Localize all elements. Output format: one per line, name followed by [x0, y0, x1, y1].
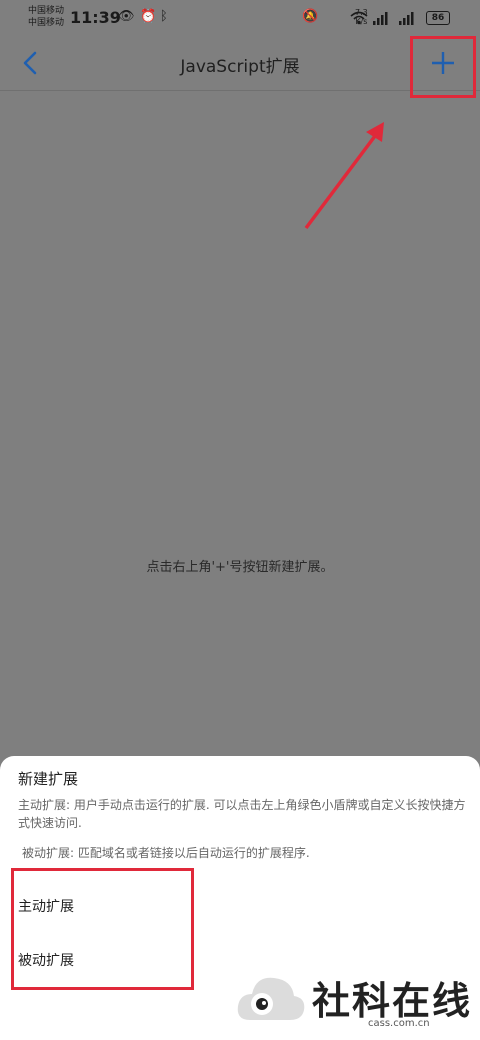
signal-icon-1	[373, 12, 388, 25]
clock: 11:39	[70, 8, 121, 27]
page-title: JavaScript扩展	[180, 57, 300, 77]
carrier-1: 中国移动	[28, 6, 65, 16]
mute-bell-icon: 🔕	[302, 9, 319, 24]
status-bar: 中国移动 中国移动 11:39 👁 ⏰ ᛒ 🔕 7.3 K/s 86	[0, 0, 480, 36]
watermark: 社科在线 cass.com.cn	[234, 966, 474, 1036]
watermark-url: cass.com.cn	[368, 1018, 430, 1029]
highlight-box-add	[410, 36, 476, 98]
annotation-arrow	[304, 122, 384, 230]
highlight-box-options	[11, 868, 194, 990]
battery-indicator: 86	[426, 11, 450, 25]
cloud-logo-icon	[237, 977, 305, 1020]
wifi-icon	[350, 11, 368, 25]
eye-icon: 👁	[118, 9, 135, 24]
app-header: JavaScript扩展	[0, 36, 480, 91]
signal-icon-2	[399, 12, 414, 25]
alarm-icon: ⏰	[140, 9, 157, 24]
sheet-title: 新建扩展	[18, 770, 79, 788]
carrier-2: 中国移动	[28, 18, 65, 28]
bluetooth-icon: ᛒ	[160, 9, 168, 24]
watermark-text: 社科在线	[312, 979, 473, 1023]
carrier-labels: 中国移动 中国移动	[28, 5, 64, 29]
active-extension-description: 主动扩展: 用户手动点击运行的扩展. 可以点击左上角绿色小盾牌或自定义长按快捷方…	[18, 798, 466, 830]
empty-state-hint: 点击右上角'+'号按钮新建扩展。	[146, 560, 334, 575]
passive-extension-description: 被动扩展: 匹配域名或者链接以后自动运行的扩展程序.	[22, 846, 310, 860]
